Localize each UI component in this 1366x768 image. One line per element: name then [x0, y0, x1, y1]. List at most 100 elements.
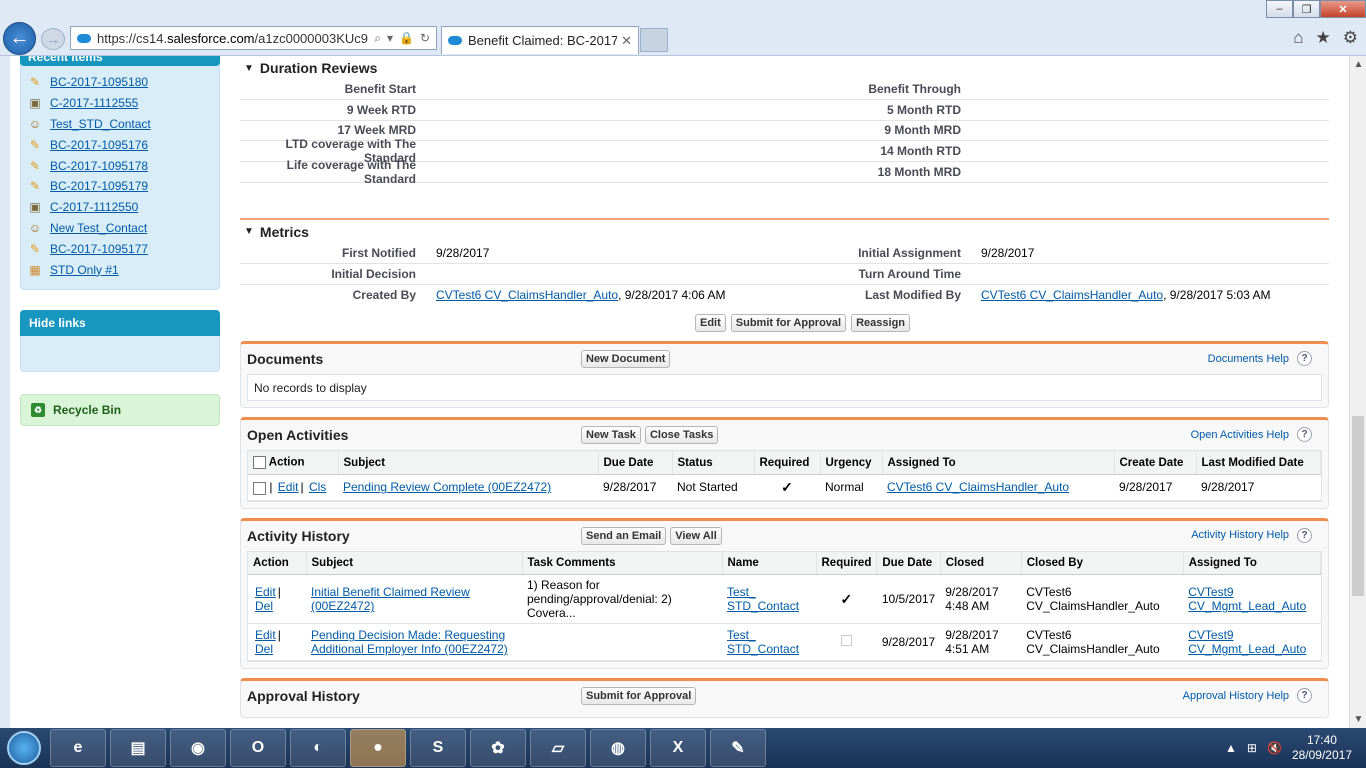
close-window-button[interactable]: ✕ [1320, 0, 1366, 18]
refresh-icon[interactable]: ↻ [420, 31, 430, 45]
contact-name-link[interactable]: Test_ STD_Contact [727, 585, 799, 613]
skype-icon[interactable]: S [410, 729, 466, 767]
created-by-user-link[interactable]: CVTest6 CV_ClaimsHandler_Auto [436, 288, 618, 302]
recent-item[interactable]: ✎ BC-2017-1095177 [27, 238, 213, 259]
assigned-to-link[interactable]: CVTest6 CV_ClaimsHandler_Auto [887, 480, 1069, 494]
recent-item-link[interactable]: Test_STD_Contact [50, 117, 151, 131]
recent-item-link[interactable]: BC-2017-1095176 [50, 138, 148, 152]
settings-gear-icon[interactable]: ⚙ [1343, 28, 1358, 48]
recent-item[interactable]: ✎ BC-2017-1095179 [27, 176, 213, 197]
new-document-button[interactable]: New Document [581, 350, 671, 369]
dropdown-icon[interactable]: ▾ [387, 31, 393, 45]
help-icon[interactable]: ? [1297, 351, 1312, 367]
maximize-button[interactable]: ❐ [1293, 0, 1320, 18]
close-tasks-button[interactable]: Close Tasks [644, 426, 719, 445]
subject-link[interactable]: Pending Review Complete (00EZ2472) [343, 480, 551, 494]
collapse-triangle-icon[interactable]: ▼ [244, 226, 254, 237]
favorites-star-icon[interactable]: ★ [1316, 28, 1331, 48]
address-bar[interactable]: https://cs14.salesforce.com/a1zc0000003K… [70, 26, 437, 50]
help-icon[interactable]: ? [1297, 527, 1312, 543]
help-icon[interactable]: ? [1297, 688, 1312, 704]
minimize-button[interactable]: – [1266, 0, 1293, 18]
recent-item-link[interactable]: New Test_Contact [50, 221, 147, 235]
edit-link[interactable]: Edit [278, 480, 299, 494]
recent-item[interactable]: ☺ New Test_Contact [27, 218, 213, 239]
recent-item[interactable]: ▣ C-2017-1112555 [27, 93, 213, 114]
submit-for-approval-button[interactable]: Submit for Approval [730, 314, 847, 333]
tray-expand-icon[interactable]: ▲ [1225, 741, 1237, 755]
select-all-checkbox[interactable] [253, 456, 266, 470]
tree-app-icon[interactable]: ✿ [470, 729, 526, 767]
edit-link[interactable]: Edit [255, 585, 276, 599]
contact-name-link[interactable]: Test_ STD_Contact [727, 628, 799, 656]
reassign-button[interactable]: Reassign [851, 314, 911, 333]
firefox-icon[interactable]: ● [350, 729, 406, 767]
volume-muted-icon[interactable]: 🔇 [1267, 741, 1282, 755]
excel-icon[interactable]: X [650, 729, 706, 767]
metrics-header[interactable]: ▼ Metrics [240, 221, 1329, 243]
hide-links-toggle[interactable]: Hide links [20, 310, 220, 336]
recent-item-link[interactable]: BC-2017-1095179 [50, 179, 148, 193]
vertical-scrollbar[interactable]: ▲ ▼ [1349, 56, 1366, 728]
recent-item[interactable]: ✎ BC-2017-1095178 [27, 155, 213, 176]
close-link[interactable]: Cls [309, 480, 326, 494]
help-icon[interactable]: ? [1297, 427, 1312, 443]
delete-link[interactable]: Del [255, 642, 273, 656]
recent-item-link[interactable]: C-2017-1112550 [50, 200, 138, 214]
help-link[interactable]: Approval History Help? [1183, 688, 1312, 704]
close-tab-icon[interactable]: ✕ [621, 33, 632, 49]
recent-item[interactable]: ▣ C-2017-1112550 [27, 197, 213, 218]
edit-link[interactable]: Edit [255, 628, 276, 642]
search-icon[interactable]: ⌕ [374, 31, 381, 46]
help-link[interactable]: Activity History Help? [1191, 527, 1312, 543]
duration-reviews-header[interactable]: ▼ Duration Reviews [240, 57, 1329, 79]
scroll-thumb[interactable] [1352, 416, 1364, 596]
delete-link[interactable]: Del [255, 599, 273, 613]
clock[interactable]: 17:40 28/09/2017 [1292, 733, 1352, 763]
recent-item-link[interactable]: BC-2017-1095180 [50, 75, 148, 89]
help-link[interactable]: Open Activities Help? [1191, 427, 1312, 443]
outlook-icon[interactable]: O [230, 729, 286, 767]
view-all-button[interactable]: View All [670, 526, 722, 545]
last-modified-user-link[interactable]: CVTest6 CV_ClaimsHandler_Auto [981, 288, 1163, 302]
new-task-button[interactable]: New Task [581, 426, 641, 445]
recent-item[interactable]: ✎ BC-2017-1095176 [27, 134, 213, 155]
submit-for-approval-button[interactable]: Submit for Approval [581, 687, 697, 706]
row-checkbox[interactable] [253, 481, 266, 495]
subject-link[interactable]: Initial Benefit Claimed Review (00EZ2472… [311, 585, 470, 613]
url-text[interactable]: https://cs14.salesforce.com/a1zc0000003K… [97, 31, 368, 46]
help-text[interactable]: Activity History Help [1191, 529, 1289, 541]
back-button[interactable]: ← [3, 22, 36, 55]
new-tab-button[interactable] [640, 28, 668, 52]
forward-button[interactable]: → [41, 28, 65, 50]
notes-app-icon[interactable]: ✎ [710, 729, 766, 767]
send-email-button[interactable]: Send an Email [581, 526, 667, 545]
recent-item-link[interactable]: C-2017-1112555 [50, 96, 138, 110]
sticky-notes-icon[interactable]: ▱ [530, 729, 586, 767]
scroll-down-icon[interactable]: ▼ [1350, 711, 1366, 728]
recent-item[interactable]: ▦ STD Only #1 [27, 259, 213, 280]
subject-link[interactable]: Pending Decision Made: Requesting Additi… [311, 628, 508, 656]
browser-tab[interactable]: Benefit Claimed: BC-2017-1... ✕ [441, 26, 639, 54]
recycle-bin-link[interactable]: ♻ Recycle Bin [20, 394, 220, 426]
start-button[interactable] [0, 728, 48, 768]
internet-explorer-icon[interactable]: e [50, 729, 106, 767]
recent-item[interactable]: ✎ BC-2017-1095180 [27, 72, 213, 93]
help-link[interactable]: Documents Help? [1208, 351, 1312, 367]
home-icon[interactable]: ⌂ [1293, 28, 1303, 48]
help-text[interactable]: Documents Help [1208, 353, 1289, 365]
edit-button[interactable]: Edit [694, 314, 726, 333]
scroll-up-icon[interactable]: ▲ [1350, 56, 1366, 73]
file-explorer-icon[interactable]: ▤ [110, 729, 166, 767]
recent-item[interactable]: ☺ Test_STD_Contact [27, 114, 213, 135]
help-text[interactable]: Approval History Help [1183, 690, 1289, 702]
network-icon[interactable]: ⊞ [1247, 741, 1257, 755]
assigned-to-link[interactable]: CVTest9 CV_Mgmt_Lead_Auto [1188, 628, 1306, 656]
lock-icon[interactable]: 🔒 [399, 31, 414, 45]
collapse-triangle-icon[interactable]: ▼ [244, 63, 254, 74]
recent-item-link[interactable]: BC-2017-1095178 [50, 159, 148, 173]
recent-item-link[interactable]: BC-2017-1095177 [50, 242, 148, 256]
recent-item-link[interactable]: STD Only #1 [50, 263, 119, 277]
browser-app-icon[interactable]: ◍ [590, 729, 646, 767]
chrome-icon[interactable]: ◉ [170, 729, 226, 767]
